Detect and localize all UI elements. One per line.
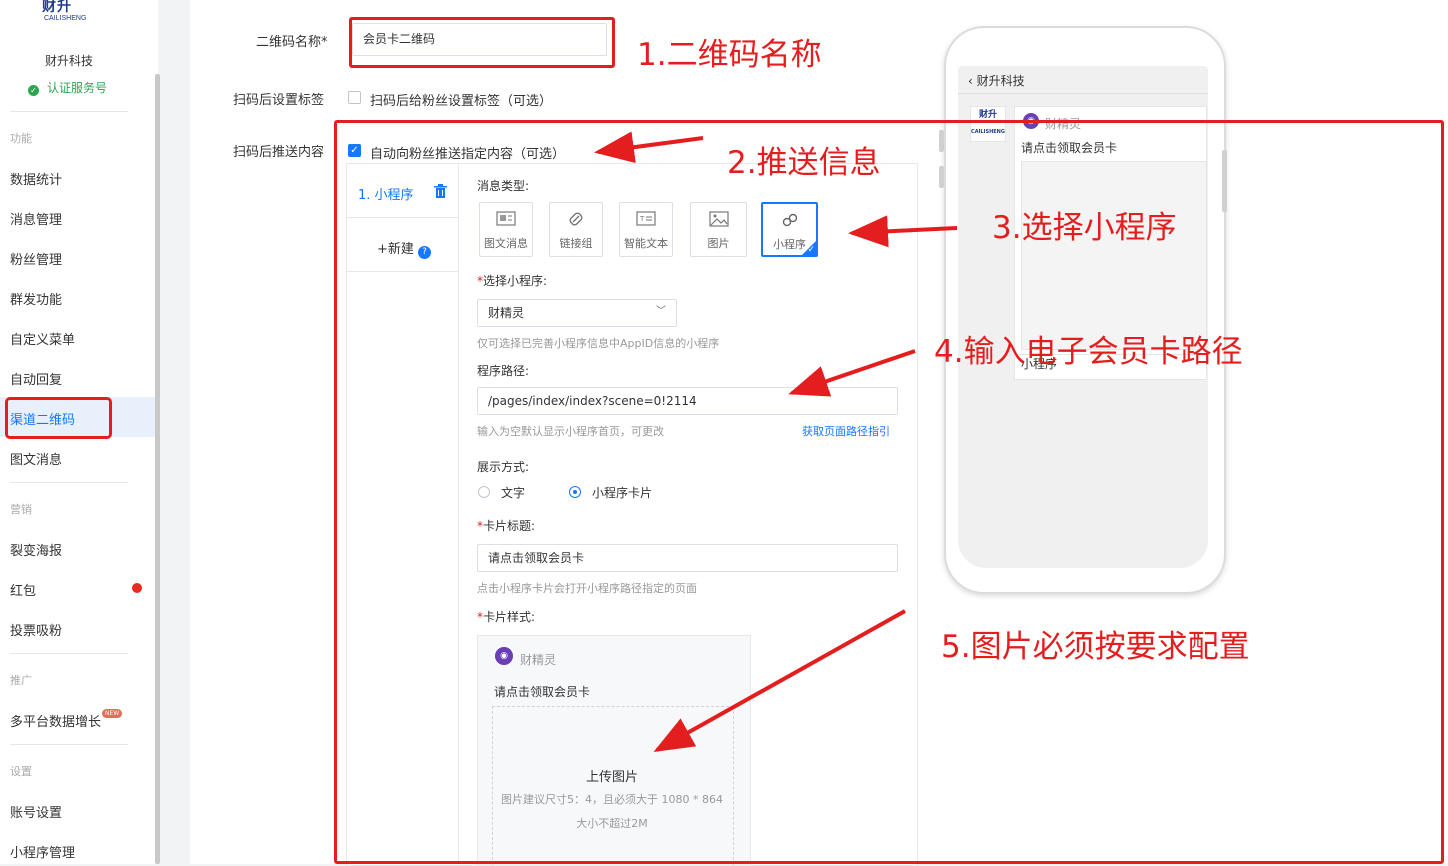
qr-name-label: 二维码名称* <box>256 35 328 50</box>
tag-checkbox[interactable] <box>348 91 361 104</box>
annotation-box-content <box>334 120 1444 864</box>
sidebar-item-article-msg[interactable]: 图文消息 <box>10 449 62 468</box>
sidebar-item-miniprogram-mgmt[interactable]: 小程序管理 <box>10 842 75 861</box>
tag-label: 扫码后设置标签 <box>233 93 325 108</box>
sidebar-item-red-packet[interactable]: 红包 <box>10 580 36 599</box>
sidebar-item-fission-poster[interactable]: 裂变海报 <box>10 540 62 559</box>
annotation-3: 3.选择小程序 <box>992 210 1177 246</box>
annotation-4: 4.输入电子会员卡路径 <box>934 334 1243 370</box>
annotation-box-sidebar <box>5 397 112 439</box>
new-badge: NEW <box>102 709 123 718</box>
sidebar-item-auto-reply[interactable]: 自动回复 <box>10 369 62 388</box>
annotation-5: 5.图片必须按要求配置 <box>941 629 1250 665</box>
divider <box>10 482 128 483</box>
sidebar-item-custom-menu[interactable]: 自定义菜单 <box>10 329 75 348</box>
certified-badge: ✓ 认证服务号 <box>28 79 107 96</box>
back-icon: ‹ <box>968 74 977 88</box>
account-name: 财升科技 <box>44 54 93 68</box>
divider <box>10 653 128 654</box>
sidebar-item-fan-mgmt[interactable]: 粉丝管理 <box>10 249 62 268</box>
section-settings: 设置 <box>10 765 32 778</box>
annotation-1: 1.二维码名称 <box>637 37 822 73</box>
divider <box>958 93 1208 94</box>
tag-checkbox-label: 扫码后给粉丝设置标签（可选） <box>370 94 553 109</box>
notification-dot <box>132 583 142 593</box>
annotation-2: 2.推送信息 <box>727 145 881 181</box>
sidebar-scrollbar[interactable] <box>155 74 160 864</box>
sidebar-item-vote-fans[interactable]: 投票吸粉 <box>10 620 62 639</box>
sidebar-item-data-stats[interactable]: 数据统计 <box>10 169 62 188</box>
section-function: 功能 <box>10 132 32 145</box>
annotation-box-qr-name <box>349 17 615 68</box>
section-marketing: 营销 <box>10 503 32 516</box>
sidebar-item-multi-platform[interactable]: 多平台数据增长 <box>10 711 101 730</box>
divider <box>10 111 128 112</box>
sidebar-item-account-settings[interactable]: 账号设置 <box>10 802 62 821</box>
divider <box>10 744 128 745</box>
phone-header: ‹ 财升科技 <box>968 74 1025 88</box>
brand-logo: 财升 CAILISHENG <box>42 0 87 22</box>
sidebar-item-message-mgmt[interactable]: 消息管理 <box>10 209 62 228</box>
push-label: 扫码后推送内容 <box>233 145 325 160</box>
sidebar-item-mass-send[interactable]: 群发功能 <box>10 289 62 308</box>
check-circle-icon: ✓ <box>28 85 39 96</box>
section-promo: 推广 <box>10 674 32 687</box>
